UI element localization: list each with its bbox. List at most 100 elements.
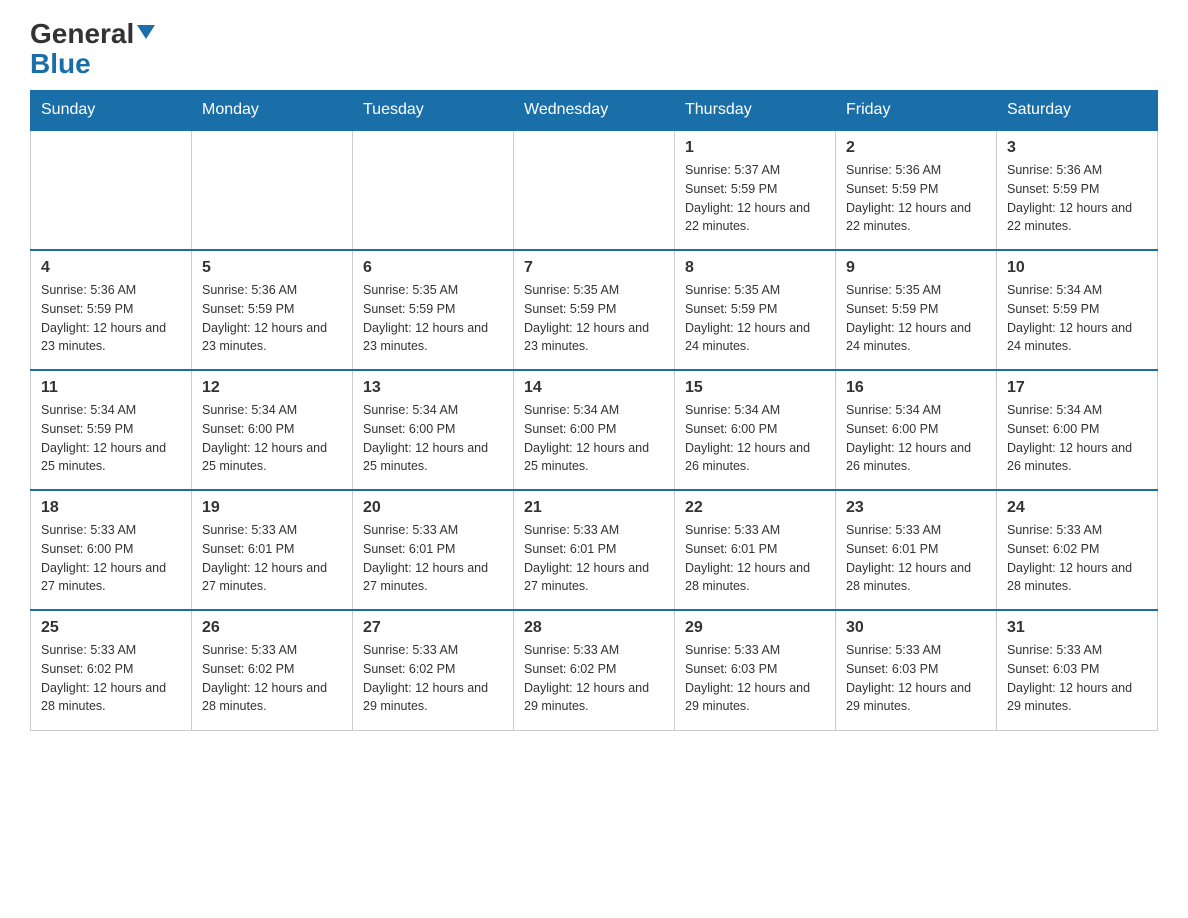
day-number: 6	[363, 259, 503, 277]
calendar-cell: 13 Sunrise: 5:34 AM Sunset: 6:00 PM Dayli…	[353, 370, 514, 490]
day-number: 24	[1007, 499, 1147, 517]
calendar-cell: 18 Sunrise: 5:33 AM Sunset: 6:00 PM Dayli…	[31, 490, 192, 610]
calendar-cell: 4Sunrise: 5:36 AM Sunset: 5:59 PM Daylig…	[31, 250, 192, 370]
day-number: 12	[202, 379, 342, 397]
weekday-header-monday: Monday	[192, 91, 353, 131]
page-header: General Blue	[30, 20, 1158, 80]
calendar-cell: 31Sunrise: 5:33 AM Sunset: 6:03 PM Dayli…	[997, 610, 1158, 730]
day-number: 28	[524, 619, 664, 637]
day-number: 3	[1007, 139, 1147, 157]
calendar-cell: 12Sunrise: 5:34 AM Sunset: 6:00 PM Dayli…	[192, 370, 353, 490]
day-info: Sunrise: 5:33 AM Sunset: 6:02 PM Dayligh…	[41, 641, 181, 716]
day-info: Sunrise: 5:33 AM Sunset: 6:02 PM Dayligh…	[363, 641, 503, 716]
calendar-cell: 15 Sunrise: 5:34 AM Sunset: 6:00 PM Dayli…	[675, 370, 836, 490]
day-number: 21	[524, 499, 664, 517]
day-info: Sunrise: 5:36 AM Sunset: 5:59 PM Dayligh…	[1007, 161, 1147, 236]
day-number: 17	[1007, 379, 1147, 397]
day-number: 19	[202, 499, 342, 517]
calendar-week-row: 11 Sunrise: 5:34 AM Sunset: 5:59 PM Dayli…	[31, 370, 1158, 490]
day-info: Sunrise: 5:33 AM Sunset: 6:02 PM Dayligh…	[202, 641, 342, 716]
calendar-cell: 5Sunrise: 5:36 AM Sunset: 5:59 PM Daylig…	[192, 250, 353, 370]
day-number: 9	[846, 259, 986, 277]
day-info: Sunrise: 5:35 AM Sunset: 5:59 PM Dayligh…	[524, 281, 664, 356]
day-info: Sunrise: 5:35 AM Sunset: 5:59 PM Dayligh…	[685, 281, 825, 356]
logo: General Blue	[30, 20, 155, 80]
day-info: Sunrise: 5:36 AM Sunset: 5:59 PM Dayligh…	[846, 161, 986, 236]
day-info: Sunrise: 5:34 AM Sunset: 6:00 PM Dayligh…	[363, 401, 503, 476]
logo-triangle-icon	[137, 25, 155, 39]
day-number: 4	[41, 259, 181, 277]
weekday-header-friday: Friday	[836, 91, 997, 131]
calendar-cell: 17Sunrise: 5:34 AM Sunset: 6:00 PM Dayli…	[997, 370, 1158, 490]
day-number: 13	[363, 379, 503, 397]
calendar-table: SundayMondayTuesdayWednesdayThursdayFrid…	[30, 90, 1158, 731]
calendar-cell	[514, 130, 675, 250]
calendar-cell	[353, 130, 514, 250]
day-info: Sunrise: 5:37 AM Sunset: 5:59 PM Dayligh…	[685, 161, 825, 236]
day-info: Sunrise: 5:33 AM Sunset: 6:03 PM Dayligh…	[846, 641, 986, 716]
weekday-header-thursday: Thursday	[675, 91, 836, 131]
calendar-cell: 8 Sunrise: 5:35 AM Sunset: 5:59 PM Daylig…	[675, 250, 836, 370]
day-number: 30	[846, 619, 986, 637]
calendar-cell: 28 Sunrise: 5:33 AM Sunset: 6:02 PM Dayli…	[514, 610, 675, 730]
day-info: Sunrise: 5:33 AM Sunset: 6:02 PM Dayligh…	[1007, 521, 1147, 596]
day-number: 22	[685, 499, 825, 517]
day-number: 31	[1007, 619, 1147, 637]
calendar-week-row: 18 Sunrise: 5:33 AM Sunset: 6:00 PM Dayli…	[31, 490, 1158, 610]
day-number: 16	[846, 379, 986, 397]
calendar-cell: 11 Sunrise: 5:34 AM Sunset: 5:59 PM Dayli…	[31, 370, 192, 490]
calendar-cell: 16Sunrise: 5:34 AM Sunset: 6:00 PM Dayli…	[836, 370, 997, 490]
calendar-cell: 26 Sunrise: 5:33 AM Sunset: 6:02 PM Dayli…	[192, 610, 353, 730]
day-number: 26	[202, 619, 342, 637]
day-info: Sunrise: 5:35 AM Sunset: 5:59 PM Dayligh…	[846, 281, 986, 356]
day-info: Sunrise: 5:34 AM Sunset: 6:00 PM Dayligh…	[524, 401, 664, 476]
calendar-cell: 9 Sunrise: 5:35 AM Sunset: 5:59 PM Daylig…	[836, 250, 997, 370]
day-number: 11	[41, 379, 181, 397]
calendar-week-row: 4Sunrise: 5:36 AM Sunset: 5:59 PM Daylig…	[31, 250, 1158, 370]
calendar-cell: 1 Sunrise: 5:37 AM Sunset: 5:59 PM Daylig…	[675, 130, 836, 250]
day-info: Sunrise: 5:33 AM Sunset: 6:02 PM Dayligh…	[524, 641, 664, 716]
day-number: 23	[846, 499, 986, 517]
calendar-cell: 20Sunrise: 5:33 AM Sunset: 6:01 PM Dayli…	[353, 490, 514, 610]
day-info: Sunrise: 5:34 AM Sunset: 6:00 PM Dayligh…	[685, 401, 825, 476]
calendar-cell: 10Sunrise: 5:34 AM Sunset: 5:59 PM Dayli…	[997, 250, 1158, 370]
day-number: 14	[524, 379, 664, 397]
day-info: Sunrise: 5:33 AM Sunset: 6:01 PM Dayligh…	[363, 521, 503, 596]
day-number: 15	[685, 379, 825, 397]
day-number: 2	[846, 139, 986, 157]
day-info: Sunrise: 5:33 AM Sunset: 6:00 PM Dayligh…	[41, 521, 181, 596]
day-info: Sunrise: 5:33 AM Sunset: 6:03 PM Dayligh…	[685, 641, 825, 716]
day-info: Sunrise: 5:33 AM Sunset: 6:01 PM Dayligh…	[524, 521, 664, 596]
day-info: Sunrise: 5:34 AM Sunset: 5:59 PM Dayligh…	[1007, 281, 1147, 356]
weekday-header-sunday: Sunday	[31, 91, 192, 131]
calendar-cell	[192, 130, 353, 250]
weekday-header-wednesday: Wednesday	[514, 91, 675, 131]
day-number: 27	[363, 619, 503, 637]
day-number: 18	[41, 499, 181, 517]
day-info: Sunrise: 5:34 AM Sunset: 5:59 PM Dayligh…	[41, 401, 181, 476]
calendar-cell: 23 Sunrise: 5:33 AM Sunset: 6:01 PM Dayli…	[836, 490, 997, 610]
calendar-cell: 22 Sunrise: 5:33 AM Sunset: 6:01 PM Dayli…	[675, 490, 836, 610]
day-number: 8	[685, 259, 825, 277]
day-number: 29	[685, 619, 825, 637]
calendar-cell: 3 Sunrise: 5:36 AM Sunset: 5:59 PM Daylig…	[997, 130, 1158, 250]
weekday-header-saturday: Saturday	[997, 91, 1158, 131]
calendar-cell	[31, 130, 192, 250]
day-number: 1	[685, 139, 825, 157]
logo-blue: Blue	[30, 48, 91, 80]
calendar-cell: 24 Sunrise: 5:33 AM Sunset: 6:02 PM Dayli…	[997, 490, 1158, 610]
calendar-cell: 19 Sunrise: 5:33 AM Sunset: 6:01 PM Dayli…	[192, 490, 353, 610]
calendar-cell: 25 Sunrise: 5:33 AM Sunset: 6:02 PM Dayli…	[31, 610, 192, 730]
day-info: Sunrise: 5:33 AM Sunset: 6:01 PM Dayligh…	[202, 521, 342, 596]
calendar-cell: 2 Sunrise: 5:36 AM Sunset: 5:59 PM Daylig…	[836, 130, 997, 250]
day-info: Sunrise: 5:33 AM Sunset: 6:01 PM Dayligh…	[846, 521, 986, 596]
calendar-cell: 27 Sunrise: 5:33 AM Sunset: 6:02 PM Dayli…	[353, 610, 514, 730]
calendar-cell: 21 Sunrise: 5:33 AM Sunset: 6:01 PM Dayli…	[514, 490, 675, 610]
calendar-cell: 14 Sunrise: 5:34 AM Sunset: 6:00 PM Dayli…	[514, 370, 675, 490]
day-info: Sunrise: 5:33 AM Sunset: 6:01 PM Dayligh…	[685, 521, 825, 596]
day-number: 5	[202, 259, 342, 277]
logo-general: General	[30, 20, 134, 48]
day-number: 7	[524, 259, 664, 277]
day-info: Sunrise: 5:35 AM Sunset: 5:59 PM Dayligh…	[363, 281, 503, 356]
day-number: 25	[41, 619, 181, 637]
